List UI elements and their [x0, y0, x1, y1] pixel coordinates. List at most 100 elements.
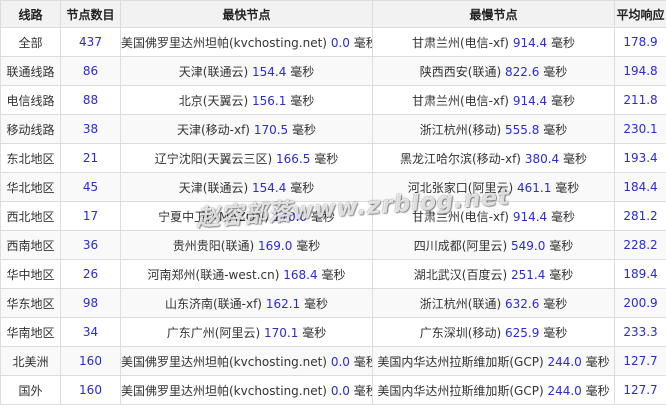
header-count: 节点数目	[60, 0, 121, 28]
slowest-cell: 黑龙江哈尔滨(移动-xf) 380.4 毫秒	[372, 143, 615, 173]
count-cell: 45	[60, 172, 121, 202]
table-row: 华北地区 45 天津(联通云) 154.4 毫秒 河北张家口(阿里云) 461.1 毫…	[0, 172, 666, 202]
table-header: 线路 节点数目 最快节点 最慢节点 平均响应	[0, 0, 666, 28]
fastest-ms: 0.0	[330, 354, 350, 369]
fastest-cell: 北京(天翼云) 156.1 毫秒	[120, 85, 373, 115]
route-cell: 华北地区	[0, 172, 61, 202]
fastest-cell: 美国佛罗里达州坦帕(kvchosting.net) 0.0 毫秒	[120, 375, 373, 405]
route-cell: 国外	[0, 375, 61, 405]
fastest-ms: 162.1	[265, 296, 301, 311]
route-cell: 华南地区	[0, 317, 61, 347]
fastest-ms: 0.0	[330, 35, 350, 50]
count-cell: 26	[60, 259, 121, 289]
count-cell: 36	[60, 230, 121, 260]
unit-label: 毫秒	[321, 267, 346, 282]
unit-label: 毫秒	[543, 122, 568, 137]
slowest-ms: 914.4	[512, 93, 548, 108]
slowest-cell: 河北张家口(阿里云) 461.1 毫秒	[372, 172, 615, 202]
unit-label: 毫秒	[549, 238, 574, 253]
slowest-node-name: 浙江杭州(联通)	[419, 296, 502, 311]
node-count: 98	[82, 296, 99, 310]
count-cell: 98	[60, 288, 121, 318]
node-count: 88	[82, 93, 99, 107]
fastest-node-name: 山东济南(联通-xf)	[164, 296, 262, 311]
fastest-cell: 山东济南(联通-xf) 162.1 毫秒	[120, 288, 373, 318]
fastest-node-name: 天津(联通云)	[178, 64, 249, 79]
route-cell: 移动线路	[0, 114, 61, 144]
slowest-node-name: 甘肃兰州(电信-xf)	[411, 93, 509, 108]
fastest-cell: 贵州贵阳(联通) 169.0 毫秒	[120, 230, 373, 260]
slowest-ms: 625.9	[505, 325, 540, 340]
slowest-cell: 甘肃兰州(电信-xf) 914.4 毫秒	[372, 27, 615, 57]
node-count: 26	[82, 267, 99, 281]
slowest-node-name: 黑龙江哈尔滨(移动-xf)	[399, 151, 521, 166]
fastest-node-name: 广东广州(阿里云)	[166, 325, 261, 340]
average-cell: 193.4	[614, 143, 666, 173]
average-ms: 127.7	[623, 354, 658, 368]
table-row: 东北地区 21 辽宁沈阳(天翼云三区) 166.5 毫秒 黑龙江哈尔滨(移动-xf) …	[0, 143, 666, 173]
slowest-node-name: 陕西西安(联通)	[419, 64, 502, 79]
average-cell: 200.9	[614, 288, 666, 318]
fastest-ms: 170.0	[272, 209, 308, 224]
average-ms: 193.4	[623, 151, 658, 165]
fastest-ms: 168.4	[283, 267, 318, 282]
node-count: 45	[82, 180, 99, 194]
table-row: 北美洲160美国佛罗里达州坦帕(kvchosting.net) 0.0 毫秒美国…	[0, 346, 666, 376]
average-ms: 184.4	[623, 180, 658, 194]
slowest-cell: 四川成都(阿里云) 549.0 毫秒	[372, 230, 615, 260]
fastest-node-name: 贵州贵阳(联通)	[172, 238, 255, 253]
unit-label: 毫秒	[555, 180, 580, 195]
header-row: 线路 节点数目 最快节点 最慢节点 平均响应	[0, 0, 666, 28]
header-fastest: 最快节点	[120, 0, 373, 28]
slowest-node-name: 河北张家口(阿里云)	[407, 180, 514, 195]
unit-label: 毫秒	[290, 180, 315, 195]
fastest-cell: 天津(移动-xf) 170.5 毫秒	[120, 114, 373, 144]
slowest-ms: 244.0	[547, 354, 582, 369]
route-cell: 西南地区	[0, 230, 61, 260]
unit-label: 毫秒	[353, 35, 372, 50]
fastest-cell: 美国佛罗里达州坦帕(kvchosting.net) 0.0 毫秒	[120, 346, 373, 376]
node-count: 160	[79, 383, 102, 397]
slowest-cell: 浙江杭州(联通) 632.6 毫秒	[372, 288, 615, 318]
slowest-node-name: 甘肃兰州(电信-xf)	[411, 35, 509, 50]
slowest-cell: 美国内华达州拉斯维加斯(GCP) 244.0 毫秒	[372, 375, 615, 405]
route-cell: 联通线路	[0, 56, 61, 86]
fastest-ms: 0.0	[330, 383, 350, 398]
node-count: 38	[82, 122, 99, 136]
unit-label: 毫秒	[290, 93, 315, 108]
fastest-node-name: 美国佛罗里达州坦帕(kvchosting.net)	[121, 383, 327, 398]
fastest-cell: 天津(联通云) 154.4 毫秒	[120, 56, 373, 86]
average-cell: 194.8	[614, 56, 666, 86]
fastest-cell: 河南郑州(联通-west.cn) 168.4 毫秒	[120, 259, 373, 289]
average-cell: 127.7	[614, 375, 666, 405]
count-cell: 21	[60, 143, 121, 173]
unit-label: 毫秒	[543, 296, 568, 311]
fastest-ms: 170.5	[253, 122, 289, 137]
unit-label: 毫秒	[302, 325, 327, 340]
average-cell: 228.2	[614, 230, 666, 260]
average-ms: 127.7	[623, 383, 658, 397]
average-cell: 281.2	[614, 201, 666, 231]
slowest-ms: 251.4	[511, 267, 546, 282]
average-cell: 230.1	[614, 114, 666, 144]
unit-label: 毫秒	[551, 93, 576, 108]
slowest-ms: 549.0	[511, 238, 546, 253]
fastest-node-name: 辽宁沈阳(天翼云三区)	[154, 151, 273, 166]
slowest-cell: 美国内华达州拉斯维加斯(GCP) 244.0 毫秒	[372, 346, 615, 376]
fastest-ms: 169.0	[258, 238, 293, 253]
average-cell: 127.7	[614, 346, 666, 376]
unit-label: 毫秒	[304, 296, 329, 311]
fastest-ms: 166.5	[276, 151, 311, 166]
average-cell: 211.8	[614, 85, 666, 115]
slowest-cell: 浙江杭州(移动) 555.8 毫秒	[372, 114, 615, 144]
fastest-node-name: 宁夏中卫(AMAZON)	[158, 209, 269, 224]
node-count: 86	[82, 64, 99, 78]
header-slowest: 最慢节点	[372, 0, 615, 28]
slowest-cell: 甘肃兰州(电信-xf) 914.4 毫秒	[372, 201, 615, 231]
table-row: 国外 160 美国佛罗里达州坦帕(kvchosting.net) 0.0 毫秒美国内…	[0, 375, 666, 405]
fastest-cell: 宁夏中卫(AMAZON) 170.0 毫秒	[120, 201, 373, 231]
node-count: 160	[79, 354, 102, 368]
header-route: 线路	[0, 0, 61, 28]
ping-results-table: 线路 节点数目 最快节点 最慢节点 平均响应 全部 437 美国佛罗里达州坦帕(kv…	[0, 0, 666, 405]
table-row: 华南地区 34 广东广州(阿里云) 170.1 毫秒 广东深圳(移动) 625.9 毫…	[0, 317, 666, 347]
